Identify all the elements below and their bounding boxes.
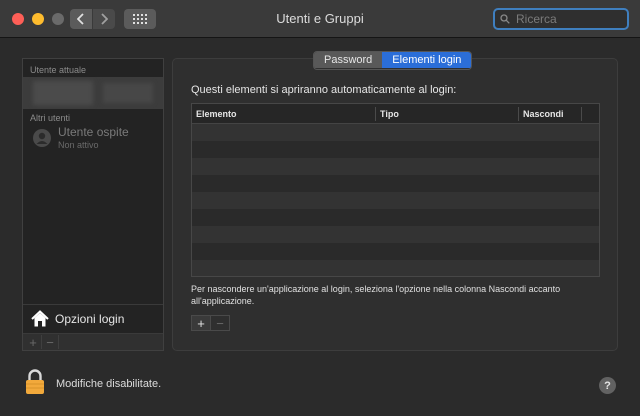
- blurred-user-name: [103, 83, 153, 103]
- guest-user-item[interactable]: Utente ospite Non attivo: [23, 123, 163, 153]
- column-header-item[interactable]: Elemento: [196, 109, 237, 119]
- tab-bar: Password Elementi login: [313, 51, 473, 70]
- remove-login-item-button[interactable]: −: [210, 316, 229, 331]
- search-field[interactable]: [493, 8, 629, 30]
- table-header: Elemento Tipo Nascondi: [192, 104, 599, 124]
- table-row: [192, 209, 599, 226]
- column-header-hide[interactable]: Nascondi: [523, 109, 564, 119]
- house-icon: [31, 309, 49, 326]
- tab-password[interactable]: Password: [314, 52, 383, 68]
- lock-icon[interactable]: [25, 369, 45, 395]
- table-row: [192, 243, 599, 260]
- current-user-label: Utente attuale: [30, 65, 87, 75]
- add-login-item-button[interactable]: +: [192, 316, 210, 331]
- search-icon: [500, 14, 510, 24]
- guest-user-status: Non attivo: [58, 140, 99, 150]
- lock-status-text: Modifiche disabilitate.: [56, 378, 162, 390]
- table-row: [192, 192, 599, 209]
- help-icon[interactable]: ?: [599, 377, 616, 394]
- other-users-label: Altri utenti: [30, 113, 71, 123]
- login-items-table[interactable]: Elemento Tipo Nascondi: [191, 103, 600, 277]
- login-options-item[interactable]: Opzioni login: [23, 304, 163, 332]
- remove-user-button[interactable]: −: [42, 335, 59, 350]
- add-user-button[interactable]: +: [25, 335, 42, 350]
- table-row: [192, 226, 599, 243]
- users-sidebar: Utente attuale Altri utenti Utente ospit…: [22, 58, 164, 351]
- current-user-item[interactable]: [23, 77, 163, 109]
- login-items-heading: Questi elementi si apriranno automaticam…: [191, 84, 457, 96]
- table-row: [192, 158, 599, 175]
- title-bar: Utenti e Gruppi: [0, 0, 640, 38]
- tab-login-items[interactable]: Elementi login: [382, 52, 472, 68]
- table-row: [192, 141, 599, 158]
- column-header-type[interactable]: Tipo: [380, 109, 399, 119]
- hide-hint-text: Per nascondere un'applicazione al login,…: [191, 284, 561, 306]
- table-row: [192, 124, 599, 141]
- blurred-avatar: [33, 81, 93, 105]
- user-avatar-icon: [33, 129, 51, 147]
- login-options-label: Opzioni login: [55, 311, 125, 326]
- search-input[interactable]: [514, 11, 618, 27]
- column-divider: [375, 107, 376, 121]
- table-row: [192, 260, 599, 276]
- column-divider: [581, 107, 582, 121]
- login-items-panel: Questi elementi si apriranno automaticam…: [172, 58, 618, 351]
- login-items-add-remove: + −: [191, 315, 230, 331]
- guest-user-name: Utente ospite: [58, 125, 129, 139]
- preferences-window: Utenti e Gruppi Utente attuale Altri ute…: [0, 0, 640, 416]
- sidebar-footer: + −: [23, 333, 163, 350]
- table-row: [192, 175, 599, 192]
- column-divider: [518, 107, 519, 121]
